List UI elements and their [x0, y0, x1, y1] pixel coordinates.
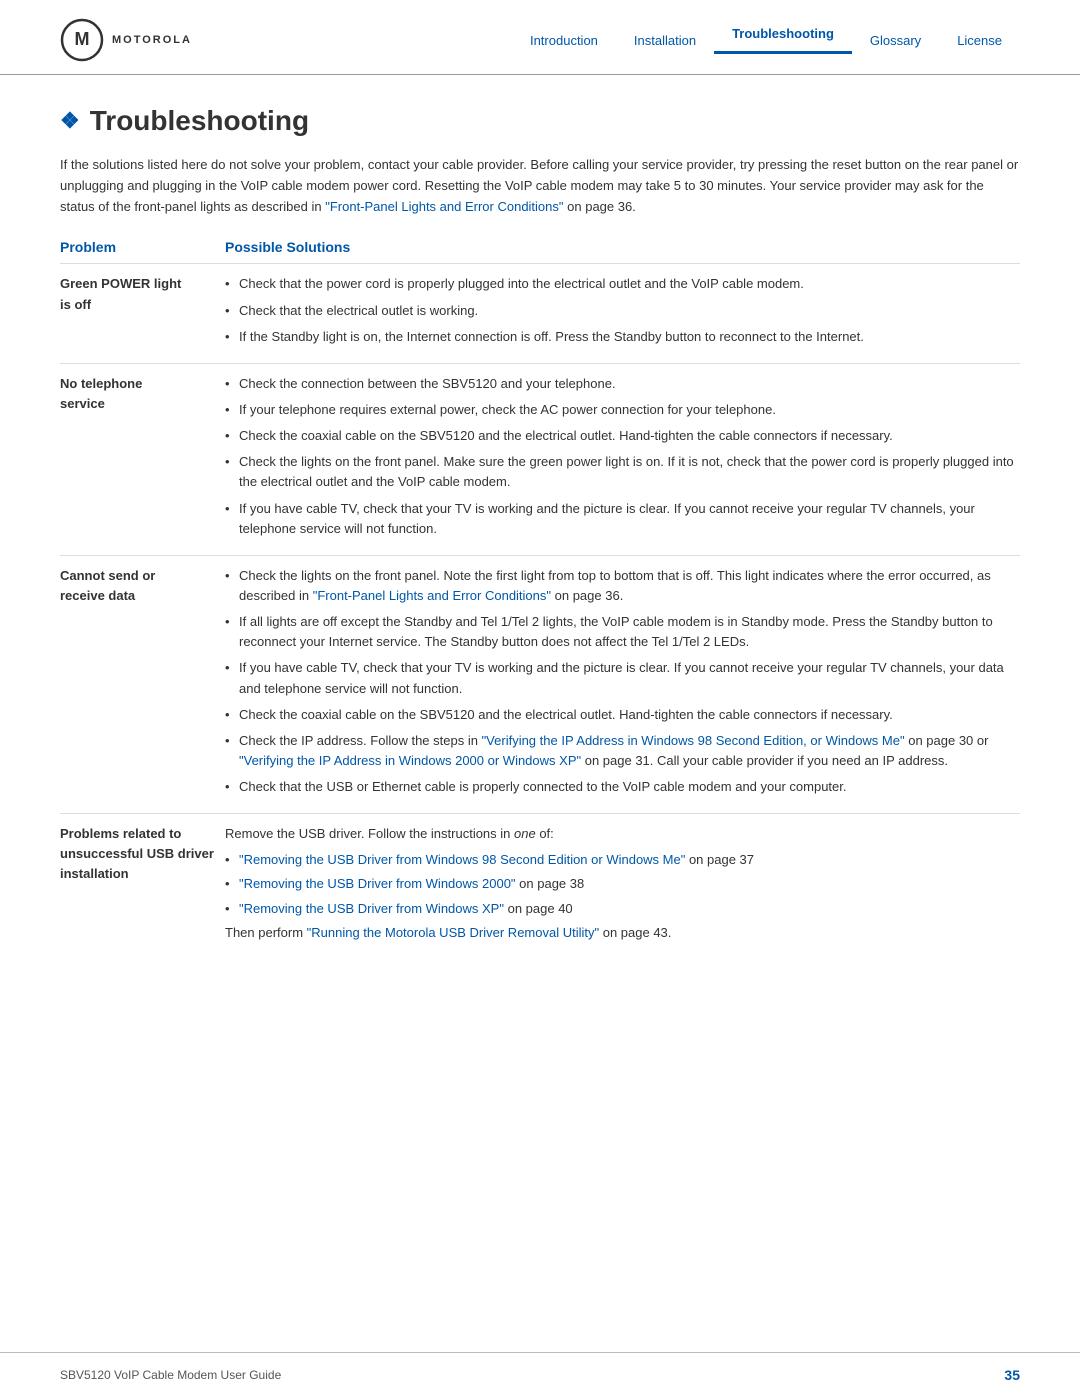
- troubleshooting-table: Problem Possible Solutions Green POWER l…: [60, 239, 1020, 959]
- nav-license[interactable]: License: [939, 33, 1020, 48]
- list-item: Check the lights on the front panel. Mak…: [225, 452, 1020, 492]
- list-item: Check that the power cord is properly pl…: [225, 274, 1020, 294]
- table-row: Problems related to unsuccessful USB dri…: [60, 814, 1020, 959]
- motorola-logo-icon: M: [60, 18, 104, 62]
- nav-introduction[interactable]: Introduction: [512, 33, 616, 48]
- remove-usb-2000-link[interactable]: "Removing the USB Driver from Windows 20…: [239, 876, 516, 891]
- list-item: Check the coaxial cable on the SBV5120 a…: [225, 426, 1020, 446]
- list-item: Check that the electrical outlet is work…: [225, 301, 1020, 321]
- front-panel-link[interactable]: "Front-Panel Lights and Error Conditions…: [325, 199, 563, 214]
- list-item: "Removing the USB Driver from Windows 20…: [225, 874, 1020, 894]
- col-problem-header: Problem: [60, 239, 225, 264]
- problem-label: Cannot send orreceive data: [60, 555, 225, 813]
- plain-text: Remove the USB driver. Follow the instru…: [225, 824, 1020, 844]
- list-item: Check the IP address. Follow the steps i…: [225, 731, 1020, 771]
- nav-troubleshooting[interactable]: Troubleshooting: [714, 26, 852, 54]
- table-row: Cannot send orreceive data Check the lig…: [60, 555, 1020, 813]
- verifying-ip-2000-link[interactable]: "Verifying the IP Address in Windows 200…: [239, 753, 581, 768]
- page-footer: SBV5120 VoIP Cable Modem User Guide 35: [0, 1352, 1080, 1397]
- solutions-col: Check the lights on the front panel. Not…: [225, 555, 1020, 813]
- title-bullet-icon: ❖: [60, 108, 80, 134]
- remove-usb-98-link[interactable]: "Removing the USB Driver from Windows 98…: [239, 852, 685, 867]
- footer-doc-title: SBV5120 VoIP Cable Modem User Guide: [60, 1368, 281, 1382]
- logo-text: MOTOROLA: [112, 34, 192, 46]
- list-item: Check the connection between the SBV5120…: [225, 374, 1020, 394]
- problem-label: Problems related to unsuccessful USB dri…: [60, 814, 225, 959]
- list-item: Check the lights on the front panel. Not…: [225, 566, 1020, 606]
- top-nav: Introduction Installation Troubleshootin…: [512, 26, 1020, 54]
- plain-text: Then perform "Running the Motorola USB D…: [225, 923, 1020, 943]
- list-item: "Removing the USB Driver from Windows XP…: [225, 899, 1020, 919]
- remove-usb-xp-link[interactable]: "Removing the USB Driver from Windows XP…: [239, 901, 504, 916]
- table-row: No telephoneservice Check the connection…: [60, 363, 1020, 555]
- list-item: "Removing the USB Driver from Windows 98…: [225, 850, 1020, 870]
- col-solutions-header: Possible Solutions: [225, 239, 1020, 264]
- problem-label: Green POWER lightis off: [60, 264, 225, 363]
- nav-glossary[interactable]: Glossary: [852, 33, 939, 48]
- running-utility-link[interactable]: "Running the Motorola USB Driver Removal…: [307, 925, 599, 940]
- list-item: If all lights are off except the Standby…: [225, 612, 1020, 652]
- solutions-col: Check the connection between the SBV5120…: [225, 363, 1020, 555]
- solutions-col: Check that the power cord is properly pl…: [225, 264, 1020, 363]
- problem-label: No telephoneservice: [60, 363, 225, 555]
- list-item: Check that the USB or Ethernet cable is …: [225, 777, 1020, 797]
- footer-page-number: 35: [1004, 1367, 1020, 1383]
- page-title-area: ❖ Troubleshooting: [60, 105, 1020, 137]
- list-item: If the Standby light is on, the Internet…: [225, 327, 1020, 347]
- intro-paragraph: If the solutions listed here do not solv…: [60, 155, 1020, 217]
- logo-area: M MOTOROLA: [60, 18, 192, 62]
- table-row: Green POWER lightis off Check that the p…: [60, 264, 1020, 363]
- svg-text:M: M: [75, 29, 90, 49]
- nav-installation[interactable]: Installation: [616, 33, 714, 48]
- verifying-ip-98-link[interactable]: "Verifying the IP Address in Windows 98 …: [482, 733, 905, 748]
- list-item: If you have cable TV, check that your TV…: [225, 499, 1020, 539]
- front-panel-lights-link[interactable]: "Front-Panel Lights and Error Conditions…: [313, 588, 551, 603]
- list-item: If your telephone requires external powe…: [225, 400, 1020, 420]
- page-title: Troubleshooting: [90, 105, 309, 137]
- list-item: Check the coaxial cable on the SBV5120 a…: [225, 705, 1020, 725]
- main-content: ❖ Troubleshooting If the solutions liste…: [0, 75, 1080, 999]
- page-header: M MOTOROLA Introduction Installation Tro…: [0, 0, 1080, 75]
- solutions-col: Remove the USB driver. Follow the instru…: [225, 814, 1020, 959]
- list-item: If you have cable TV, check that your TV…: [225, 658, 1020, 698]
